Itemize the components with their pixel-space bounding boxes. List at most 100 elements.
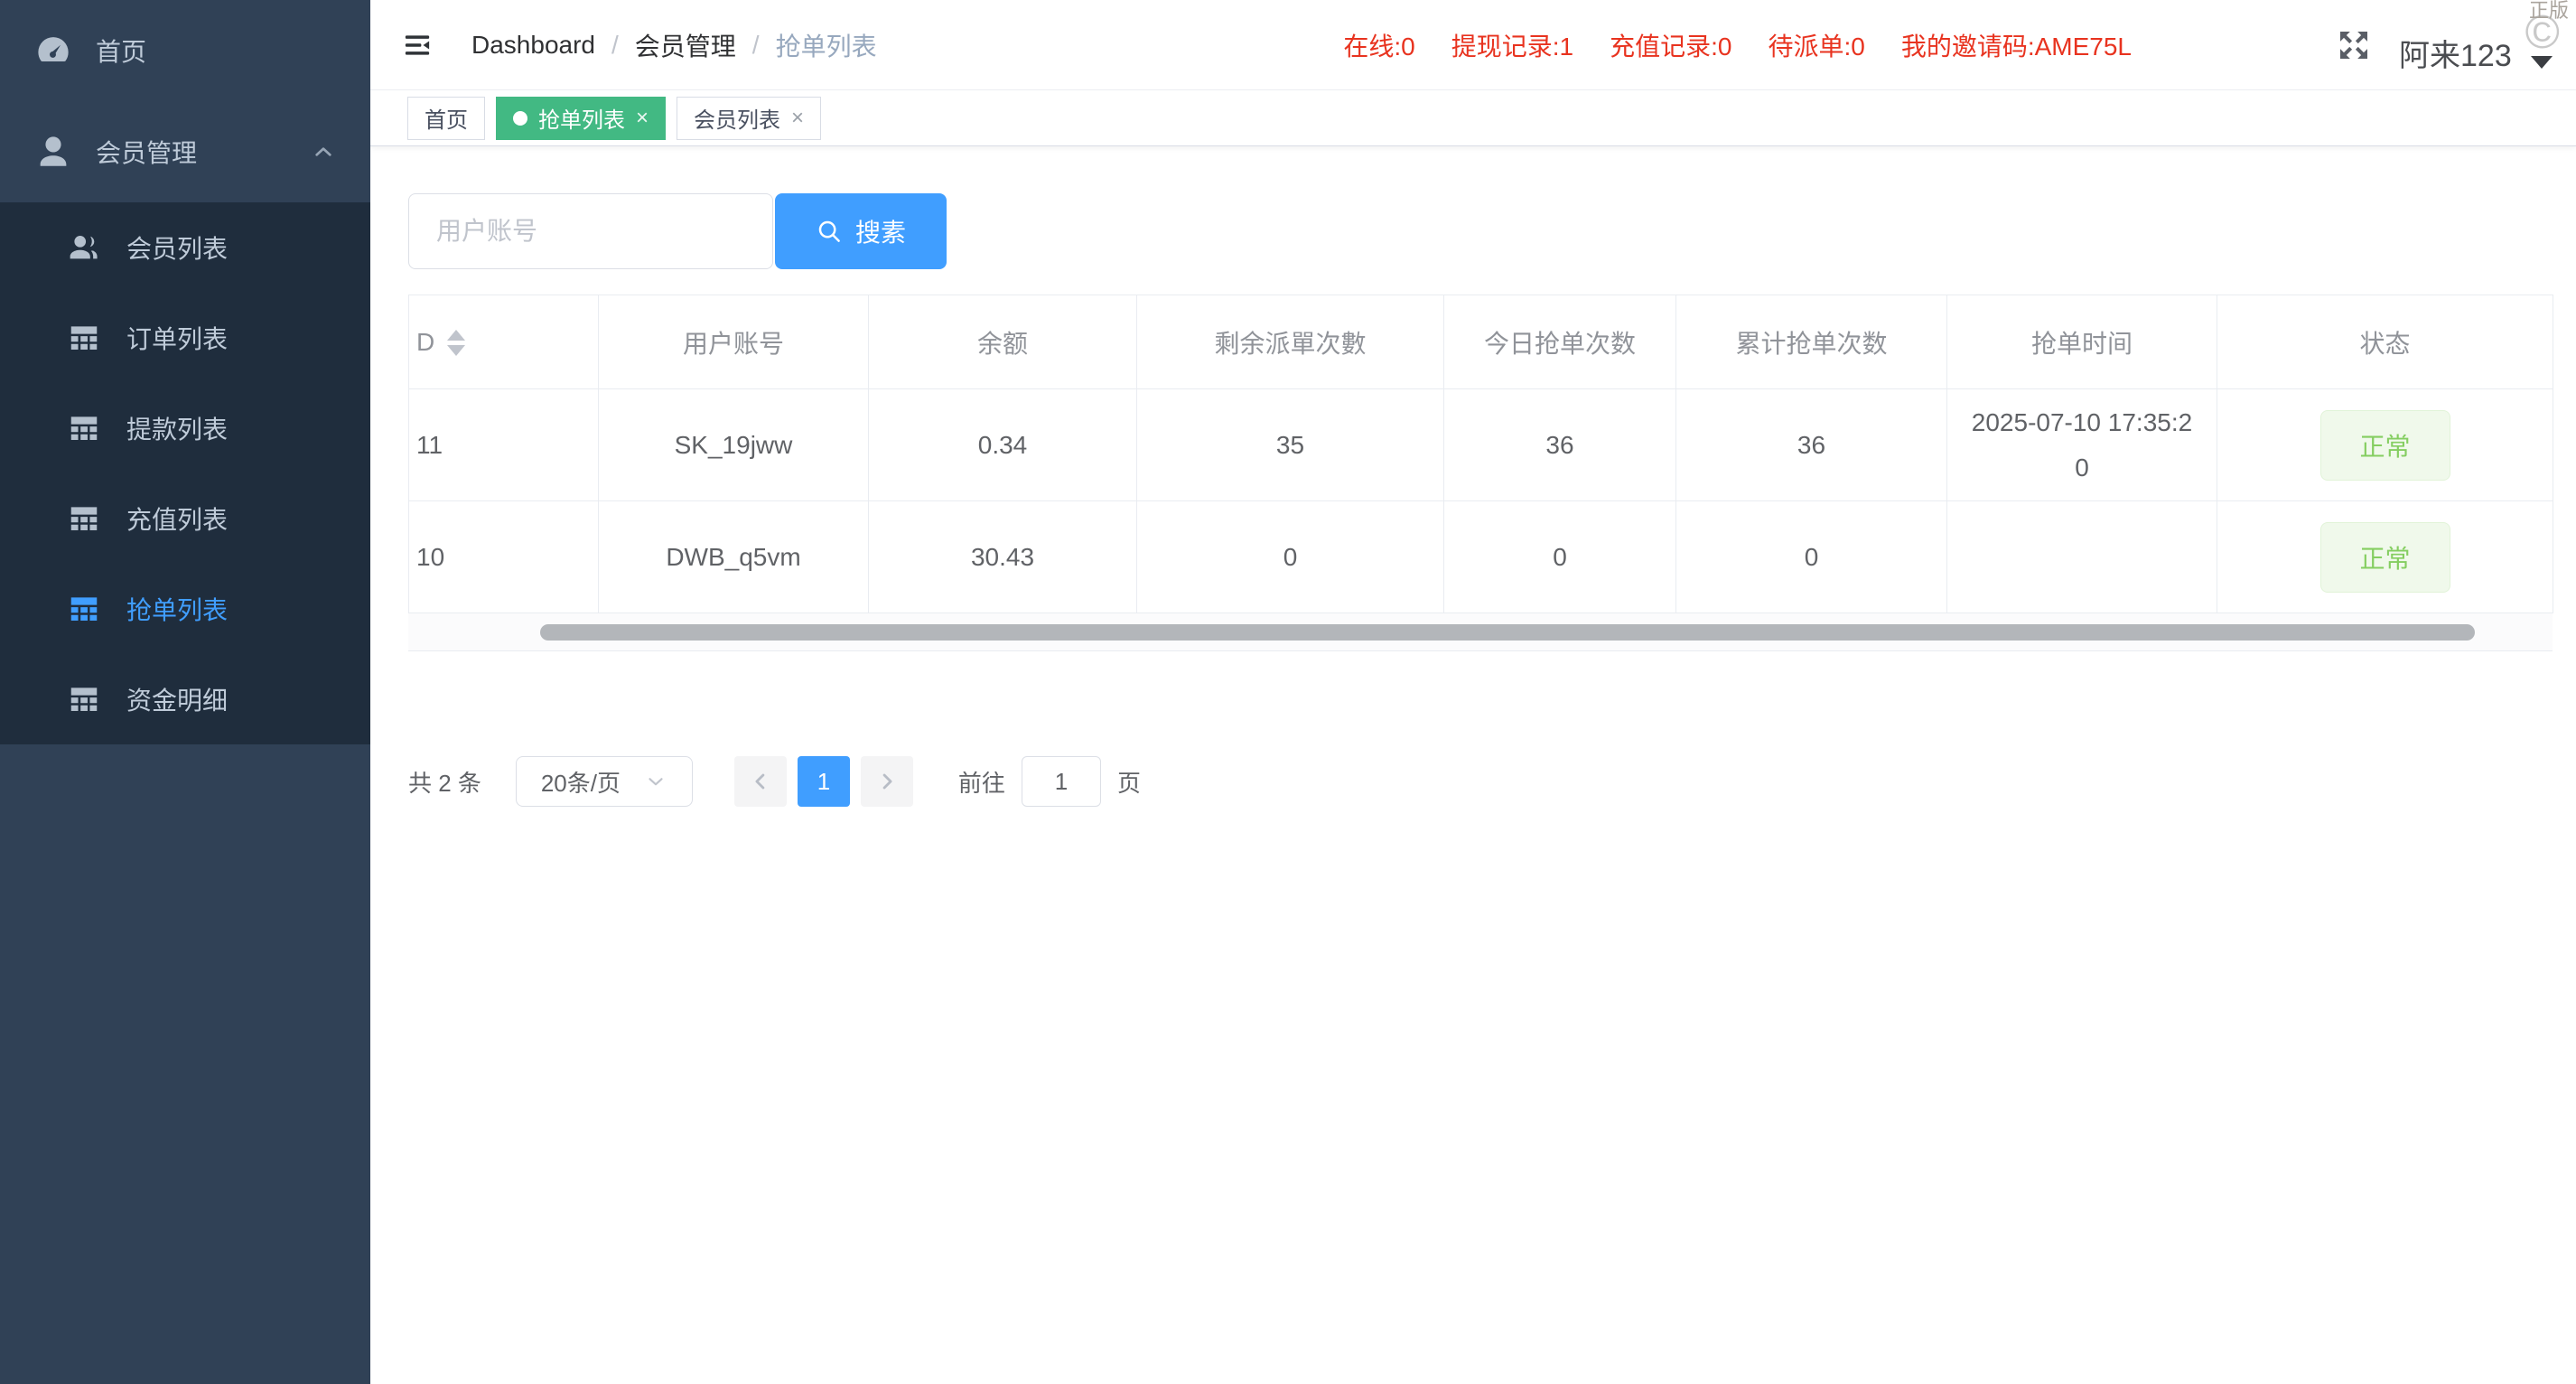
sidebar-item-label: 会员管理: [96, 134, 197, 170]
table-icon: [67, 321, 101, 355]
chevron-up-icon: [309, 137, 338, 166]
cell-remaining: 0: [1137, 501, 1444, 613]
tab-home[interactable]: 首页: [407, 97, 485, 140]
cell-id: 11: [409, 389, 599, 501]
tab-label: 会员列表: [694, 102, 780, 134]
table-icon: [67, 592, 101, 626]
search-button[interactable]: 搜素: [775, 193, 947, 269]
page-number-current[interactable]: 1: [798, 756, 850, 807]
header-balance: 余额: [869, 295, 1137, 389]
active-dot-icon: [513, 111, 527, 126]
stat-withdraw-records: 提现记录:1: [1451, 27, 1573, 63]
close-icon[interactable]: ×: [791, 108, 804, 129]
chevron-down-icon: [644, 770, 667, 793]
sidebar-item-label: 首页: [96, 33, 146, 69]
goto-unit: 页: [1117, 765, 1141, 799]
breadcrumb: Dashboard / 会员管理 / 抢单列表: [471, 27, 877, 63]
scrollbar-thumb[interactable]: [540, 624, 2475, 641]
cell-account: SK_19jww: [599, 389, 869, 501]
chevron-left-icon: [748, 769, 773, 794]
header-account: 用户账号: [599, 295, 869, 389]
stat-recharge-records: 充值记录:0: [1610, 27, 1731, 63]
watermark-text: 正版: [2529, 0, 2569, 23]
cell-balance: 0.34: [869, 389, 1137, 501]
sidebar-item-label: 资金明细: [126, 681, 228, 717]
close-icon[interactable]: ×: [636, 108, 649, 129]
table-icon: [67, 501, 101, 536]
tab-label: 抢单列表: [538, 102, 625, 134]
sidebar-item-order-list[interactable]: 订单列表: [0, 293, 370, 383]
sort-carets-icon[interactable]: [447, 330, 465, 356]
chevron-right-icon: [874, 769, 900, 794]
cell-total: 36: [1676, 389, 1947, 501]
sidebar-item-recharge-list[interactable]: 充值列表: [0, 473, 370, 564]
cell-status: 正常: [2217, 501, 2553, 613]
status-badge[interactable]: 正常: [2320, 410, 2450, 481]
table-icon: [67, 411, 101, 445]
pagination: 共 2 条 20条/页 1 前往 页: [408, 756, 2576, 807]
sidebar-item-funds-detail[interactable]: 资金明细: [0, 654, 370, 744]
header-id[interactable]: D: [409, 295, 599, 389]
sidebar-item-home[interactable]: 首页: [0, 0, 370, 101]
header-remaining-dispatch: 剩余派單次數: [1137, 295, 1444, 389]
search-icon: [816, 218, 843, 245]
table-row: 10 DWB_q5vm 30.43 0 0 0 正常: [409, 501, 2553, 613]
header-status: 状态: [2217, 295, 2553, 389]
sidebar-item-withdraw-list[interactable]: 提款列表: [0, 383, 370, 473]
cell-grab-time: 2025-07-10 17:35:20: [1947, 389, 2217, 501]
page-size-select[interactable]: 20条/页: [516, 756, 693, 807]
sidebar-submenu: 会员列表 订单列表 提款列表 充值列表 抢单列表: [0, 202, 370, 744]
status-stats: 在线:0 提现记录:1 充值记录:0 待派单:0 我的邀请码:AME75L: [1343, 27, 2132, 63]
username: 阿来123: [2399, 31, 2512, 75]
header-today-grabs: 今日抢单次数: [1444, 295, 1676, 389]
sidebar-item-label: 会员列表: [126, 229, 228, 266]
stat-invite-code: 我的邀请码:AME75L: [1901, 27, 2132, 63]
sidebar-item-label: 抢单列表: [126, 591, 228, 627]
navbar: Dashboard / 会员管理 / 抢单列表 在线:0 提现记录:1 充值记录…: [370, 0, 2576, 90]
breadcrumb-separator: /: [611, 31, 619, 60]
search-button-label: 搜素: [855, 213, 906, 249]
tags-view-bar: 首页 抢单列表 × 会员列表 ×: [370, 90, 2576, 146]
sidebar-item-label: 订单列表: [126, 320, 228, 356]
caret-down-icon: [2531, 56, 2553, 69]
cell-remaining: 35: [1137, 389, 1444, 501]
users-icon: [67, 230, 101, 265]
sidebar-item-member-management[interactable]: 会员管理: [0, 101, 370, 202]
sidebar-item-grab-order-list[interactable]: 抢单列表: [0, 564, 370, 654]
tab-label: 首页: [425, 102, 468, 134]
tab-member-list[interactable]: 会员列表 ×: [677, 97, 821, 140]
breadcrumb-dashboard[interactable]: Dashboard: [471, 31, 595, 60]
cell-today: 36: [1444, 389, 1676, 501]
search-row: 搜素: [408, 193, 2576, 269]
total-count: 共 2 条: [408, 765, 481, 799]
hamburger-icon[interactable]: [403, 32, 432, 59]
cell-status: 正常: [2217, 389, 2553, 501]
main-area: 正版 Dashboard / 会员管理 / 抢单列表 在线:0 提现记录:1 充…: [370, 0, 2576, 1384]
goto-page: 前往 页: [958, 756, 1141, 807]
sidebar: 首页 会员管理 会员列表 订单列表 提款列表: [0, 0, 370, 1384]
table-header-row: D 用户账号 余额 剩余派單次數 今日抢单次数 累计抢单次数 抢单时间 状态: [409, 295, 2553, 389]
goto-page-input[interactable]: [1022, 756, 1101, 807]
cell-grab-time: [1947, 501, 2217, 613]
header-grab-time: 抢单时间: [1947, 295, 2217, 389]
table-icon: [67, 682, 101, 716]
fullscreen-icon[interactable]: [2336, 27, 2372, 63]
goto-label: 前往: [958, 765, 1005, 799]
status-badge[interactable]: 正常: [2320, 522, 2450, 593]
sidebar-item-label: 提款列表: [126, 410, 228, 446]
breadcrumb-member-management[interactable]: 会员管理: [635, 27, 736, 63]
header-total-grabs: 累计抢单次数: [1676, 295, 1947, 389]
user-icon: [34, 133, 72, 171]
cell-id: 10: [409, 501, 599, 613]
stat-pending-dispatch: 待派单:0: [1768, 27, 1864, 63]
next-page-button[interactable]: [861, 756, 913, 807]
sidebar-item-member-list[interactable]: 会员列表: [0, 202, 370, 293]
table-row: 11 SK_19jww 0.34 35 36 36 2025-07-10 17:…: [409, 389, 2553, 501]
data-table: D 用户账号 余额 剩余派單次數 今日抢单次数 累计抢单次数 抢单时间 状态 1…: [408, 295, 2553, 651]
prev-page-button[interactable]: [734, 756, 787, 807]
tab-grab-order-list[interactable]: 抢单列表 ×: [496, 97, 666, 140]
stat-online: 在线:0: [1343, 27, 1414, 63]
breadcrumb-current: 抢单列表: [776, 27, 877, 63]
horizontal-scrollbar: [408, 613, 2553, 651]
search-input[interactable]: [408, 193, 773, 269]
